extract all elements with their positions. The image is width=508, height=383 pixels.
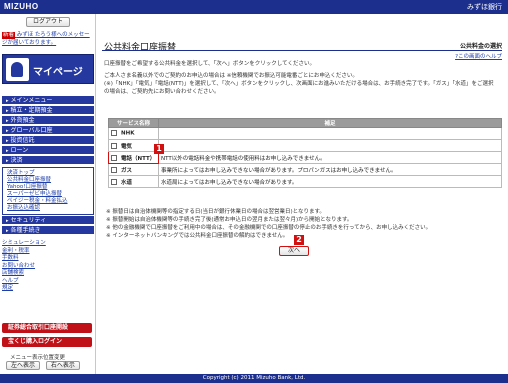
table-row: NHK [108,127,502,140]
service-table: サービス名称 補足 NHK 電気 電話（NTT） NTT以外の電話料金や携帯電話… [108,118,502,188]
main-content: 公共料金口座振替 公共料金の選択 ?この画面のヘルプ 口座振替をご希望する公共料… [102,14,506,374]
section-title: 公共料金の選択 [459,43,502,50]
service-gas[interactable]: ガス [108,163,159,176]
submenu-yahoo-transfer[interactable]: Yahoo!口座振替 [7,184,89,191]
service-phone-ntt[interactable]: 電話（NTT） [108,151,159,164]
link-contact[interactable]: お問い合わせ [2,263,94,271]
footer: Copyright (c) 2011 Mizuho Bank, Ltd. [0,374,508,383]
submenu-super-transfer[interactable]: スーパーゼビ申込振替 [7,191,89,198]
right-display-button[interactable]: 右へ表示 [45,361,80,370]
table-row: 電気 [108,139,502,152]
logout-button[interactable]: ログアウト [26,17,70,27]
table-row: ガス 事業所によってはお申し込みできない場合があります。プロパンガスはお申し込み… [108,163,502,176]
header-note: 補足 [158,118,502,128]
table-header: サービス名称 補足 [108,118,502,128]
submenu-pay-easy[interactable]: ペイジー税金・料金払込 [7,198,89,205]
mypage-button[interactable]: マイページ [2,54,94,84]
table-row: 水道 水道局によってはお申し込みできない場合があります。 [108,175,502,188]
mypage-label: マイページ [33,67,83,78]
left-display-button[interactable]: 左へ表示 [6,361,40,370]
link-branch-search[interactable]: 店舗検索 [2,270,94,278]
next-button[interactable]: 次へ [279,246,309,256]
title-divider [102,50,502,51]
link-terms[interactable]: 規定 [2,285,94,293]
bank-name: みずほ銀行 [467,3,502,11]
menu-security[interactable]: セキュリティ [2,216,94,225]
user-icon [6,58,29,81]
page-title: 公共料金口座振替 [104,43,177,53]
menu-main[interactable]: メインメニュー [2,96,94,105]
menu-savings[interactable]: 積立・定期預金 [2,106,94,115]
checkbox[interactable] [111,155,117,161]
link-simulation[interactable]: シミュレーション [2,240,94,248]
service-water[interactable]: 水道 [108,175,159,188]
submenu-utility-transfer[interactable]: 公共料金口座振替 [7,177,89,184]
link-help[interactable]: ヘルプ [2,278,94,286]
link-rates[interactable]: 金利・税率 [2,248,94,256]
service-electric[interactable]: 電気 [108,139,159,152]
checkbox[interactable] [111,130,117,137]
link-fees[interactable]: 手数料 [2,255,94,263]
sidebar: ログアウト 新着 みずほ たろう様へのメッセージが届いております。 マイページ … [0,14,96,374]
checkbox[interactable] [111,143,117,149]
menu-loan[interactable]: ローン [2,146,94,155]
menu-investment-trust[interactable]: 投資信託 [2,136,94,145]
new-message-link[interactable]: 新着 みずほ たろう様へのメッセージが届いております。 [2,31,94,47]
new-message-text[interactable]: みずほ たろう様へのメッセージが届いております。 [2,32,90,46]
checkbox[interactable] [111,179,117,185]
menu-global-account[interactable]: グローバル口座 [2,126,94,135]
bank-logo: MIZUHO [4,2,39,11]
menu-procedures[interactable]: 各種手続き [2,226,94,235]
lottery-login-button[interactable]: 宝くじ購入ログイン [2,337,92,347]
service-nhk[interactable]: NHK [108,127,159,140]
intro-text: 口座振替をご希望する公共料金を選択して、「次へ」ボタンをクリックしてください。 … [104,61,494,95]
menu-position-label: メニュー表示位置変更 [10,355,66,361]
marker-1: 1 [154,144,164,154]
menu-foreign-currency[interactable]: 外貨預金 [2,116,94,125]
checkbox[interactable] [111,167,117,173]
menu-payment[interactable]: 決済 [2,156,94,165]
sidebar-links: シミュレーション 金利・税率 手数料 お問い合わせ 店舗検索 ヘルプ 規定 [2,240,94,293]
new-badge: 新着 [2,32,16,39]
marker-2: 2 [294,235,304,245]
securities-account-button[interactable]: 証券総合取引口座開設 [2,323,92,333]
submenu-payment-top[interactable]: 決済トップ [7,170,89,177]
header-service: サービス名称 [108,118,159,128]
help-link[interactable]: ?この画面のヘルプ [455,52,502,60]
payment-submenu: 決済トップ 公共料金口座振替 Yahoo!口座振替 スーパーゼビ申込振替 ペイジ… [2,167,94,215]
top-bar: MIZUHO みずほ銀行 [0,0,508,14]
menu-position-buttons: 左へ表示 右へ表示 [6,361,84,370]
submenu-transfer-check[interactable]: お振込込確認 [7,205,89,212]
table-row: 電話（NTT） NTT以外の電話料金や携帯電話の使用料はお申し込みできません。 [108,151,502,164]
